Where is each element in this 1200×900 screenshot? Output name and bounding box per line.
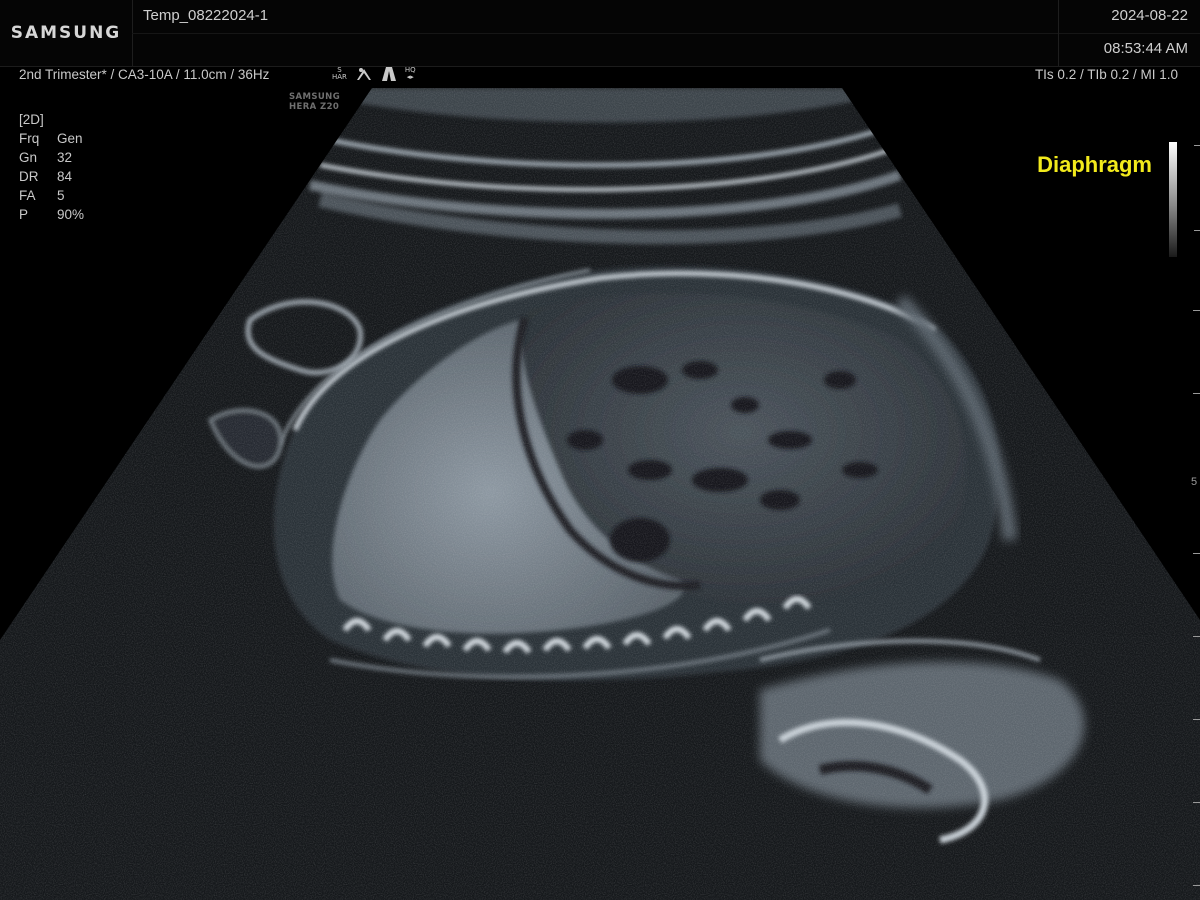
ultrasound-image — [0, 88, 1200, 900]
harmonic-mode-icon: S HAR — [332, 66, 347, 81]
depth-tick — [1193, 636, 1200, 637]
annotation-label[interactable]: Diaphragm — [1037, 152, 1152, 178]
probe-icon — [356, 68, 371, 80]
grayscale-tick — [1194, 230, 1200, 231]
param-row: Gn 32 — [19, 150, 73, 165]
top-header: SAMSUNG Temp_08222024-1 2024-08-22 08:53… — [0, 0, 1200, 67]
depth-tick — [1193, 393, 1200, 394]
thermal-mechanical-index: TIs 0.2 / TIb 0.2 / MI 1.0 — [1034, 67, 1178, 82]
depth-label: 5 — [1191, 476, 1198, 488]
param-row: P 90% — [19, 207, 85, 222]
param-row: FA 5 — [19, 188, 65, 203]
grayscale-bar — [1169, 142, 1177, 257]
depth-tick — [1193, 553, 1200, 554]
param-row: Frq Gen — [19, 131, 83, 146]
exam-time: 08:53:44 AM — [1103, 40, 1188, 57]
ultrasound-screen: SAMSUNG Temp_08222024-1 2024-08-22 08:53… — [0, 0, 1200, 900]
imaging-mode: [2D] — [19, 112, 44, 127]
patient-id[interactable]: Temp_08222024-1 — [143, 7, 268, 24]
grayscale-tick — [1194, 145, 1200, 146]
header-vertical-divider — [1058, 0, 1059, 66]
depth-tick — [1193, 719, 1200, 720]
depth-tick — [1193, 310, 1200, 311]
device-watermark: SAMSUNG HERA Z20 — [289, 92, 341, 112]
exam-date: 2024-08-22 — [1111, 7, 1188, 24]
preset-probe-info: 2nd Trimester* / CA3-10A / 11.0cm / 36Hz — [19, 67, 270, 82]
param-row: DR 84 — [19, 169, 73, 184]
depth-tick — [1193, 802, 1200, 803]
depth-tick — [1193, 885, 1200, 886]
brand-logo: SAMSUNG — [0, 0, 133, 66]
imaging-parameters: [2D] Frq Gen Gn 32 DR 84 FA 5 P 90% — [19, 110, 84, 224]
mode-icons: S HAR HQ ◂▸ — [332, 66, 416, 82]
sector-icon — [381, 67, 396, 81]
header-divider — [132, 33, 1200, 34]
hq-icon: HQ ◂▸ — [404, 66, 416, 81]
